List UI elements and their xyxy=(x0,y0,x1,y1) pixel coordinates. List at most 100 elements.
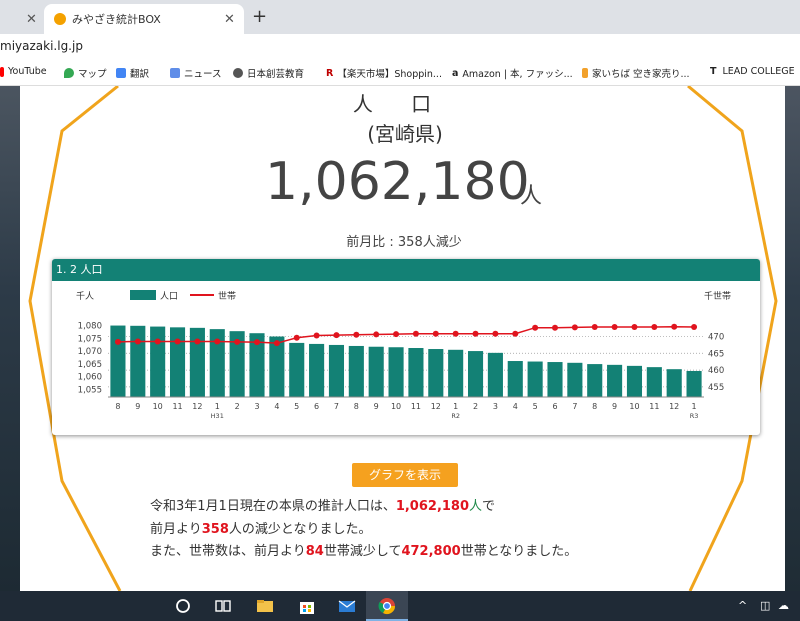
chart-panel: 1. 2 人口 千人 千世帯 人口 世帯 1,080 1,075 1,070 1,065 1,0… xyxy=(52,259,760,435)
population-bar xyxy=(110,325,126,397)
mail-icon[interactable] xyxy=(338,597,356,615)
show-graph-button[interactable]: グラフを表示 xyxy=(352,463,458,487)
x-tick-label: 9 xyxy=(612,402,617,411)
y-tick-right: 470 xyxy=(708,332,724,342)
households-point xyxy=(254,339,260,346)
households-point xyxy=(412,330,419,337)
chart-panel-title: 1. 2 人口 xyxy=(52,259,760,281)
population-bar xyxy=(547,362,563,397)
x-tick-label: 6 xyxy=(314,402,319,411)
legend-label-population: 人口 xyxy=(160,291,178,302)
prefecture-label: (宮崎県) xyxy=(367,122,443,146)
description-line-1: 令和3年1月1日現在の本県の推計人口は、1,062,180人で xyxy=(150,499,496,514)
tab-title: みやざき統計BOX xyxy=(72,13,161,26)
x-tick-label: 9 xyxy=(135,402,140,411)
amazon-icon: a xyxy=(452,67,459,79)
population-unit: 人 xyxy=(520,184,543,209)
population-bar xyxy=(666,369,682,397)
households-point xyxy=(671,323,678,330)
tab-inactive[interactable]: ✕ xyxy=(0,4,44,34)
households-point xyxy=(154,338,161,345)
households-point xyxy=(174,338,181,345)
windows-taskbar: ^ ◫ ☁ xyxy=(0,591,800,621)
task-view-icon[interactable] xyxy=(214,597,232,615)
population-bar xyxy=(309,343,325,397)
y-tick-right: 460 xyxy=(708,366,724,376)
households-point xyxy=(114,338,121,345)
ieichiba-icon xyxy=(582,68,588,78)
y-tick-left: 1,070 xyxy=(78,347,102,357)
news-icon xyxy=(170,68,180,78)
address-bar[interactable]: miyazaki.lg.jp xyxy=(0,34,800,58)
network-icon[interactable]: ◫ xyxy=(760,599,770,612)
population-bar xyxy=(507,361,523,397)
tab-active[interactable]: みやざき統計BOX ✕ xyxy=(44,4,244,34)
x-tick-label: 12 xyxy=(192,402,202,411)
translate-icon xyxy=(116,68,126,78)
x-tick-label: 9 xyxy=(374,402,379,411)
bookmark-ieichiba[interactable]: 家いちば 空き家売り... xyxy=(582,66,690,80)
x-era-label: R3 xyxy=(690,412,699,420)
households-point xyxy=(134,338,141,345)
population-bar xyxy=(368,346,384,397)
y-tick-left: 1,080 xyxy=(78,322,102,332)
chrome-icon xyxy=(378,598,396,615)
households-point xyxy=(194,338,201,345)
households-point xyxy=(472,330,479,337)
bookmark-news[interactable]: ニュース xyxy=(170,66,222,80)
households-point xyxy=(432,330,439,337)
x-tick-label: 2 xyxy=(473,402,478,411)
tab-close-icon[interactable]: ✕ xyxy=(26,12,37,27)
new-tab-button[interactable]: + xyxy=(252,6,267,27)
bookmark-map[interactable]: マップ xyxy=(64,66,107,80)
population-bar xyxy=(169,327,186,397)
chrome-taskbar-button[interactable] xyxy=(366,591,408,621)
bookmark-lead-college[interactable]: T LEAD COLLEGE xyxy=(710,66,795,77)
x-tick-label: 1 xyxy=(453,402,458,411)
households-point xyxy=(691,324,698,331)
left-axis-unit: 千人 xyxy=(76,291,94,302)
tab-close-icon[interactable]: ✕ xyxy=(224,12,235,27)
x-era-label: H31 xyxy=(211,412,224,420)
x-tick-label: 8 xyxy=(592,402,597,411)
x-tick-label: 8 xyxy=(354,402,359,411)
bookmark-amazon[interactable]: a Amazon | 本, ファッシ... xyxy=(452,66,573,81)
x-tick-label: 3 xyxy=(493,402,498,411)
x-tick-label: 1 xyxy=(215,402,220,411)
population-bar xyxy=(130,325,146,397)
population-bar xyxy=(686,370,702,397)
population-bar xyxy=(448,349,464,397)
x-tick-label: 8 xyxy=(115,402,120,411)
url-text: miyazaki.lg.jp xyxy=(0,39,83,53)
population-bar xyxy=(328,344,345,397)
population-bar xyxy=(289,342,305,397)
x-tick-label: 4 xyxy=(513,402,518,411)
x-tick-label: 12 xyxy=(431,402,441,411)
store-icon[interactable] xyxy=(298,597,316,615)
bookmark-sogei[interactable]: 日本創芸教育 xyxy=(233,66,304,80)
y-tick-left: 1,055 xyxy=(78,385,102,395)
households-point xyxy=(651,324,658,331)
population-bar xyxy=(467,351,484,397)
x-tick-label: 11 xyxy=(649,402,659,411)
youtube-icon xyxy=(0,66,4,77)
bookmarks-bar: YouTube マップ 翻訳 ニュース 日本創芸教育 R 【楽天市場】Shoppi… xyxy=(0,58,800,86)
x-tick-label: 7 xyxy=(572,402,577,411)
households-point xyxy=(234,338,241,345)
population-bar xyxy=(607,364,623,397)
map-pin-icon xyxy=(64,68,74,78)
bookmark-translate[interactable]: 翻訳 xyxy=(116,66,149,80)
bookmark-youtube[interactable]: YouTube xyxy=(0,66,47,77)
file-explorer-icon[interactable] xyxy=(256,597,274,615)
onedrive-icon[interactable]: ☁ xyxy=(778,599,789,612)
households-point xyxy=(214,338,221,345)
tray-chevron-icon[interactable]: ^ xyxy=(738,599,747,612)
cortana-icon[interactable] xyxy=(174,597,192,615)
x-tick-label: 12 xyxy=(669,402,679,411)
households-point xyxy=(393,331,400,338)
households-point xyxy=(492,330,499,337)
bookmark-rakuten[interactable]: R 【楽天市場】Shoppin... xyxy=(326,66,442,81)
modal-title: 人 口 xyxy=(352,92,448,116)
households-point xyxy=(611,324,618,331)
x-tick-label: 11 xyxy=(172,402,182,411)
